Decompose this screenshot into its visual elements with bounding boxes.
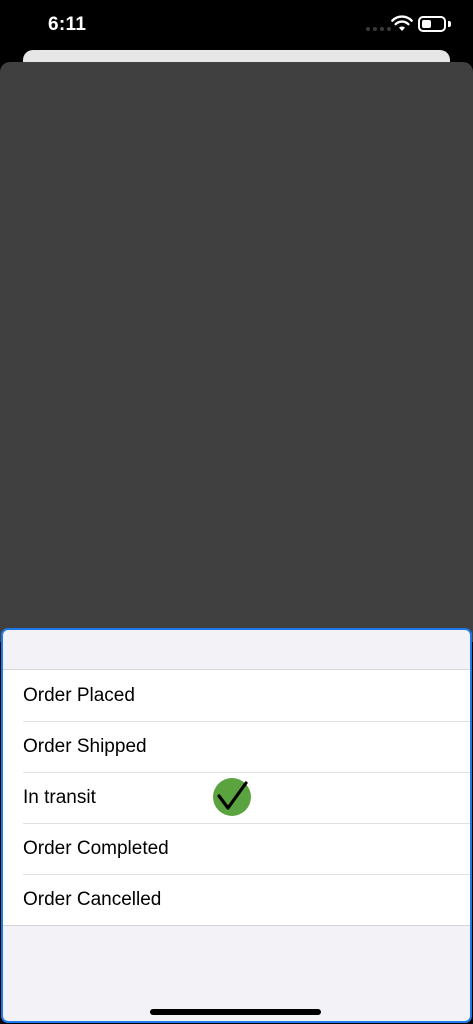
list-item-order-completed[interactable]: Order Completed [3,823,470,874]
list-item-order-cancelled[interactable]: Order Cancelled [3,874,470,925]
status-bar: 6:11 [0,0,473,50]
wifi-icon [391,15,413,31]
list-item-label: Order Cancelled [23,888,162,910]
battery-cap [448,21,451,27]
list-item-label: In transit [23,786,96,808]
dimmed-sheet-overlay[interactable] [0,62,473,642]
home-indicator[interactable] [150,1009,321,1015]
picker-header [3,630,470,669]
order-status-list: Order Placed Order Shipped In transit Or… [3,669,470,926]
cellular-signal-icon [366,27,391,31]
status-time: 6:11 [48,14,87,35]
list-item-label: Order Placed [23,684,135,706]
order-status-picker: Order Placed Order Shipped In transit Or… [1,628,472,1023]
list-item-label: Order Completed [23,837,169,859]
list-item-label: Order Shipped [23,735,147,757]
list-item-in-transit[interactable]: In transit [3,772,470,823]
battery-icon [418,16,446,32]
list-item-order-shipped[interactable]: Order Shipped [3,721,470,772]
checkmark-circle-icon [213,778,251,816]
list-item-order-placed[interactable]: Order Placed [3,670,470,721]
